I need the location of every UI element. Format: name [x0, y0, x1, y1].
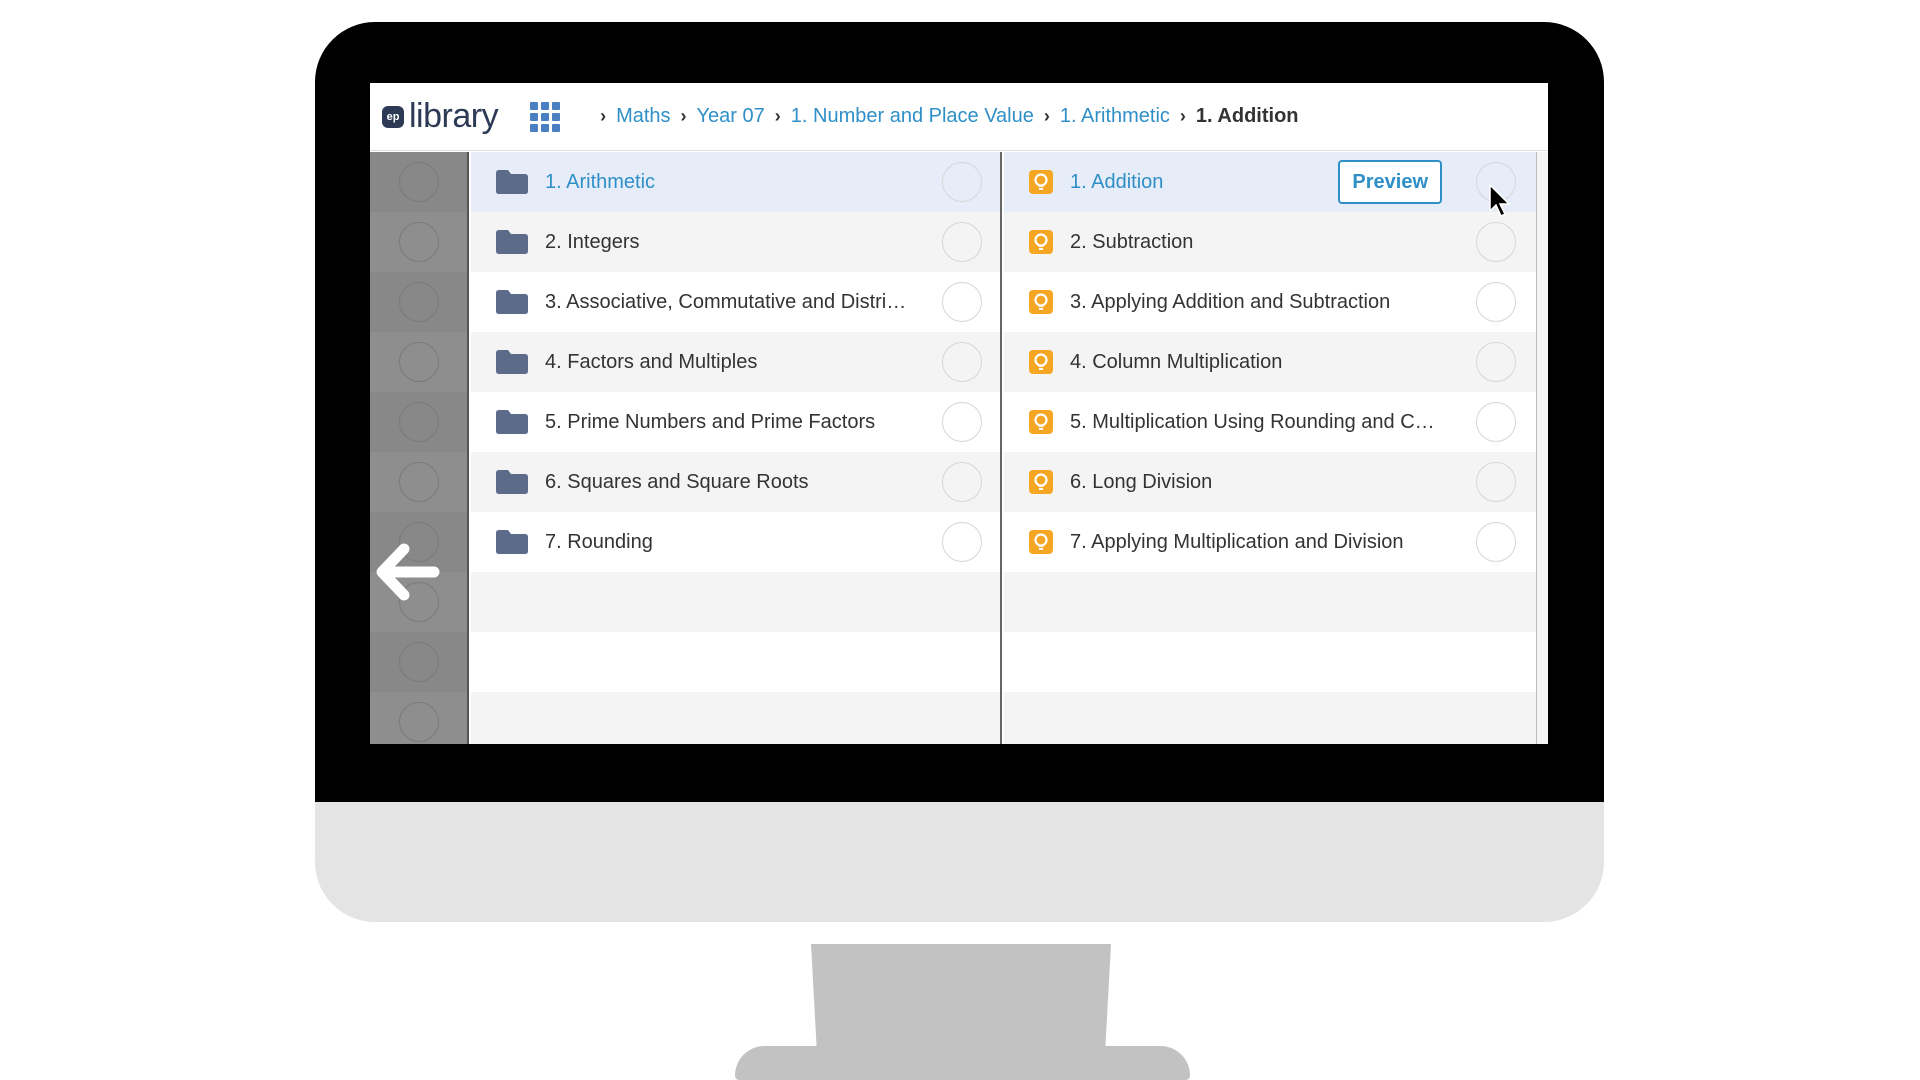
- lesson-label: 4. Column Multiplication: [1070, 350, 1283, 373]
- lesson-label: 6. Long Division: [1070, 470, 1213, 493]
- breadcrumb-item-year[interactable]: Year 07: [697, 105, 765, 128]
- lightbulb-icon: [1029, 470, 1053, 494]
- select-circle[interactable]: [398, 642, 439, 682]
- select-circle[interactable]: [942, 162, 982, 202]
- select-circle[interactable]: [1476, 522, 1516, 562]
- lesson-row[interactable]: 1. Addition Preview: [1004, 152, 1536, 212]
- chevron-right-icon: ›: [1179, 106, 1186, 126]
- chevron-right-icon: ›: [680, 106, 687, 126]
- logo-badge: ep: [382, 105, 404, 128]
- folder-row[interactable]: 5. Prime Numbers and Prime Factors: [471, 392, 1000, 452]
- folder-label: 2. Integers: [545, 230, 640, 253]
- apps-grid-icon[interactable]: [530, 101, 561, 132]
- folder-column: 1. Arithmetic 2. Integers 3. Associative…: [471, 152, 1002, 744]
- folder-label: 5. Prime Numbers and Prime Factors: [545, 410, 876, 433]
- lesson-label: 3. Applying Addition and Subtraction: [1070, 290, 1391, 313]
- collapsed-parent-column: [370, 152, 469, 744]
- folder-row[interactable]: 1. Arithmetic: [471, 152, 1000, 212]
- breadcrumb-current: 1. Addition: [1195, 105, 1299, 127]
- monitor-stand-foot: [735, 1046, 1190, 1080]
- lightbulb-icon: [1029, 350, 1053, 374]
- folder-row[interactable]: 4. Factors and Multiples: [471, 332, 1000, 392]
- folder-icon: [496, 170, 528, 194]
- lesson-label: 2. Subtraction: [1070, 230, 1194, 253]
- mouse-cursor-icon: [1489, 183, 1511, 218]
- select-circle[interactable]: [1476, 222, 1516, 262]
- folder-row[interactable]: 7. Rounding: [471, 512, 1000, 572]
- folder-row[interactable]: 2. Integers: [471, 212, 1000, 272]
- lesson-row[interactable]: 2. Subtraction: [1004, 212, 1536, 272]
- lesson-row[interactable]: 4. Column Multiplication: [1004, 332, 1536, 392]
- select-circle[interactable]: [1476, 342, 1516, 382]
- screen: ep library › Maths › Year 07 › 1. Number…: [370, 83, 1548, 744]
- folder-label: 6. Squares and Square Roots: [545, 470, 809, 493]
- select-circle[interactable]: [942, 462, 982, 502]
- folder-label: 3. Associative, Commutative and Distri…: [545, 290, 907, 313]
- top-bar: ep library › Maths › Year 07 › 1. Number…: [370, 83, 1548, 151]
- lesson-row[interactable]: 6. Long Division: [1004, 452, 1536, 512]
- breadcrumb-item-unit[interactable]: 1. Number and Place Value: [791, 105, 1034, 128]
- lightbulb-icon: [1029, 410, 1053, 434]
- preview-button[interactable]: Preview: [1338, 160, 1442, 204]
- lightbulb-icon: [1029, 230, 1053, 254]
- lesson-label: 1. Addition: [1070, 170, 1164, 193]
- folder-row[interactable]: 6. Squares and Square Roots: [471, 452, 1000, 512]
- lesson-column: 1. Addition Preview 2. Subtraction 3. Ap…: [1004, 152, 1536, 744]
- select-circle[interactable]: [398, 222, 439, 262]
- lesson-label: 5. Multiplication Using Rounding and C…: [1070, 410, 1435, 433]
- folder-label: 1. Arithmetic: [545, 170, 656, 193]
- folder-label: 4. Factors and Multiples: [545, 350, 758, 373]
- lightbulb-icon: [1029, 170, 1053, 194]
- select-circle[interactable]: [1476, 462, 1516, 502]
- breadcrumb-item-maths[interactable]: Maths: [616, 105, 670, 128]
- folder-row[interactable]: 3. Associative, Commutative and Distri…: [471, 272, 1000, 332]
- select-circle[interactable]: [398, 342, 439, 382]
- chevron-right-icon: ›: [774, 106, 781, 126]
- folder-icon: [496, 470, 528, 494]
- select-circle[interactable]: [398, 282, 439, 322]
- folder-icon: [496, 350, 528, 374]
- chevron-right-icon: ›: [600, 106, 607, 126]
- breadcrumb: › Maths › Year 07 › 1. Number and Place …: [590, 105, 1298, 128]
- monitor-stand-neck: [811, 944, 1111, 1054]
- select-circle[interactable]: [942, 402, 982, 442]
- lesson-label: 7. Applying Multiplication and Division: [1070, 530, 1404, 553]
- folder-icon: [496, 410, 528, 434]
- chevron-right-icon: ›: [1043, 106, 1050, 126]
- folder-icon: [496, 290, 528, 314]
- lesson-row[interactable]: 5. Multiplication Using Rounding and C…: [1004, 392, 1536, 452]
- select-circle[interactable]: [942, 342, 982, 382]
- folder-icon: [496, 530, 528, 554]
- logo-text: library: [409, 97, 499, 135]
- folder-icon: [496, 230, 528, 254]
- lightbulb-icon: [1029, 530, 1053, 554]
- select-circle[interactable]: [1476, 402, 1516, 442]
- select-circle[interactable]: [942, 522, 982, 562]
- lesson-row[interactable]: 7. Applying Multiplication and Division: [1004, 512, 1536, 572]
- folder-label: 7. Rounding: [545, 530, 653, 553]
- select-circle[interactable]: [942, 282, 982, 322]
- select-circle[interactable]: [398, 162, 439, 202]
- scrollbar[interactable]: [1536, 152, 1548, 744]
- select-circle[interactable]: [942, 222, 982, 262]
- lesson-row[interactable]: 3. Applying Addition and Subtraction: [1004, 272, 1536, 332]
- app-logo[interactable]: ep library: [382, 97, 499, 136]
- breadcrumb-item-topic[interactable]: 1. Arithmetic: [1060, 105, 1170, 128]
- back-arrow-icon[interactable]: [372, 537, 442, 607]
- select-circle[interactable]: [398, 402, 439, 442]
- select-circle[interactable]: [1476, 282, 1516, 322]
- select-circle[interactable]: [398, 462, 439, 502]
- select-circle[interactable]: [398, 702, 439, 742]
- lightbulb-icon: [1029, 290, 1053, 314]
- monitor-chin: [315, 802, 1604, 922]
